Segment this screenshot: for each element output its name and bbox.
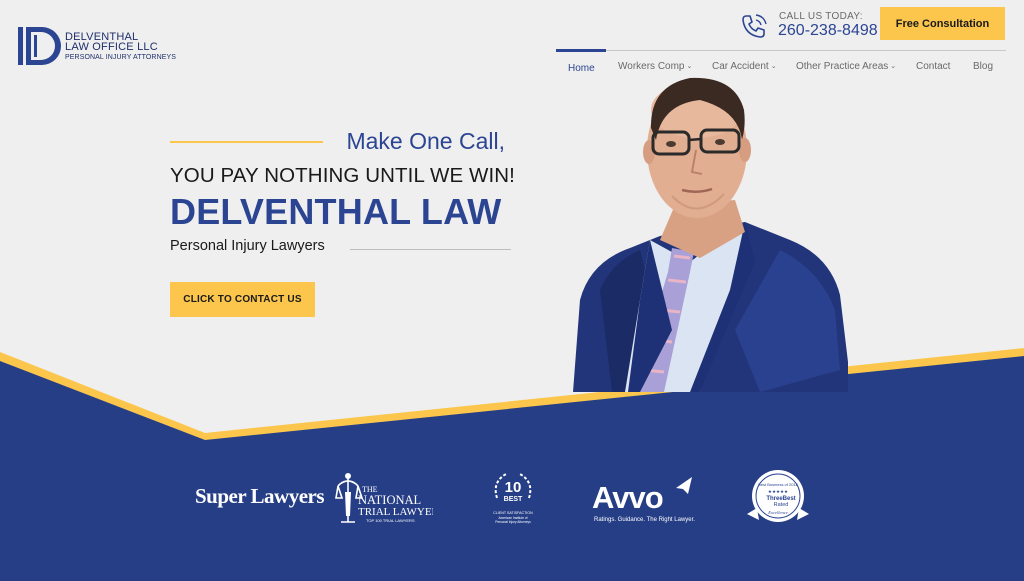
ten-best-badge: 10 BEST CLIENT SATISFACTION American Ins… bbox=[493, 473, 533, 524]
nav-active-indicator bbox=[556, 49, 606, 52]
free-consultation-button[interactable]: Free Consultation bbox=[880, 7, 1005, 40]
logo-text: DELVENTHAL LAW OFFICE LLC PERSONAL INJUR… bbox=[65, 32, 176, 63]
nav-item-contact[interactable]: Contact bbox=[916, 61, 950, 72]
nav-item-label: Contact bbox=[916, 61, 951, 72]
attorney-portrait bbox=[573, 77, 848, 392]
chevron-down-icon: ⌄ bbox=[686, 63, 693, 70]
site-logo[interactable]: DELVENTHAL LAW OFFICE LLC PERSONAL INJUR… bbox=[18, 24, 188, 68]
three-best-rated-badge: Best Business of 2018 ★★★★★ ThreeBest Ra… bbox=[747, 470, 809, 522]
description-divider bbox=[350, 249, 511, 250]
hero-tagline: Make One Call, bbox=[346, 128, 505, 154]
svg-text:★★★★★: ★★★★★ bbox=[768, 489, 789, 494]
nav-divider bbox=[556, 50, 1006, 51]
contact-us-button[interactable]: CLICK TO CONTACT US bbox=[170, 282, 315, 317]
ten-best-number: 10 bbox=[505, 479, 522, 496]
phone-number-link[interactable]: 260-238-8498 bbox=[778, 22, 878, 40]
nav-item-blog[interactable]: Blog bbox=[973, 61, 993, 72]
three-best-line-3: Rated bbox=[774, 502, 789, 508]
logo-mark-icon bbox=[18, 27, 61, 65]
ntl-line-2: NATIONAL bbox=[358, 493, 421, 507]
logo-line-2: LAW OFFICE LLC bbox=[65, 41, 158, 53]
call-us-block[interactable]: CALL US TODAY: 260-238-8498 bbox=[740, 10, 880, 42]
three-best-line-4: Excellence bbox=[767, 510, 787, 515]
super-lawyers-badge: Super Lawyers bbox=[195, 484, 325, 508]
call-us-label: CALL US TODAY: bbox=[779, 11, 863, 22]
avvo-tagline: Ratings. Guidance. The Right Lawyer. bbox=[594, 517, 695, 523]
hero-firm-name: DELVENTHAL LAW bbox=[170, 191, 502, 232]
avvo-badge: Avvo Ratings. Guidance. The Right Lawyer… bbox=[592, 477, 695, 523]
national-trial-lawyers-badge: THE NATIONAL TRIAL LAWYERS TOP 100 TRIAL… bbox=[335, 473, 433, 523]
ten-best-line-3: Personal Injury Attorneys bbox=[495, 520, 531, 524]
award-badges: Super Lawyers THE NATIONAL TRIAL LAWYERS… bbox=[0, 460, 1024, 535]
ntl-line-4: TOP 100 TRIAL LAWYERS bbox=[366, 518, 415, 523]
chevron-down-icon: ⌄ bbox=[770, 63, 777, 70]
logo-line-3: PERSONAL INJURY ATTORNEYS bbox=[65, 54, 177, 61]
chevron-down-icon: ⌄ bbox=[890, 63, 897, 70]
avvo-wordmark: Avvo bbox=[592, 480, 663, 515]
ten-best-word: BEST bbox=[504, 496, 523, 503]
phone-icon bbox=[742, 14, 767, 38]
ntl-line-3: TRIAL LAWYERS bbox=[358, 506, 433, 518]
hero-description: Personal Injury Lawyers bbox=[170, 238, 325, 254]
nav-item-label: Blog bbox=[973, 61, 994, 72]
hero-subhead: YOU PAY NOTHING UNTIL WE WIN! bbox=[170, 164, 515, 187]
ten-best-line-1: CLIENT SATISFACTION bbox=[493, 511, 533, 515]
three-best-line-1: Best Business of 2018 bbox=[758, 482, 799, 487]
